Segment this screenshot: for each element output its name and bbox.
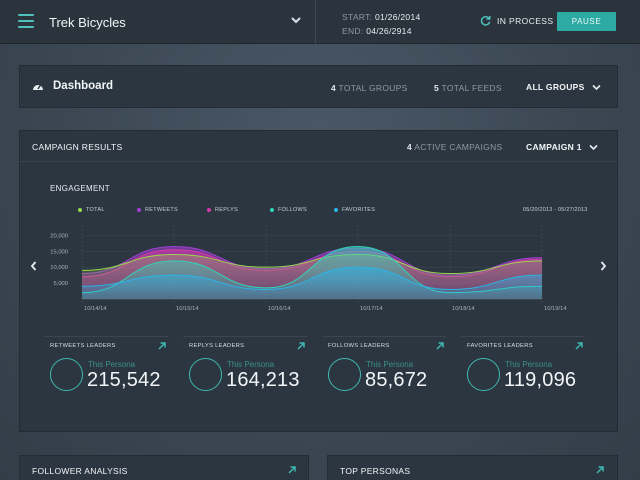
leader-card-follows[interactable]: FOLLOWS LEADERS This Persona 85,672 xyxy=(322,336,446,410)
arrow-up-right-icon[interactable] xyxy=(288,466,296,474)
total-groups-stat: 4 TOTAL GROUPS xyxy=(331,83,408,93)
follower-analysis-title: FOLLOWER ANALYSIS xyxy=(32,466,128,476)
leader-title: REPLYS LEADERS xyxy=(189,343,245,349)
engagement-chart: 20,000 15,000 10,000 5,000 10/14/14 10/15/14 1… xyxy=(50,225,567,312)
hamburger-icon[interactable] xyxy=(18,14,34,28)
page-title: Dashboard xyxy=(53,80,114,92)
legend-total-label: TOTAL xyxy=(86,207,105,213)
x-tick-label: 10/14/14 xyxy=(84,306,107,312)
leaders-row: RETWEETS LEADERS This Persona 215,542 REPLY… xyxy=(44,336,604,416)
total-groups-count: 4 xyxy=(331,83,337,93)
avatar xyxy=(467,358,500,391)
leader-value: 85,672 xyxy=(365,369,428,391)
groups-dropdown[interactable]: ALL GROUPS xyxy=(526,82,601,92)
start-date: 01/26/2014 xyxy=(374,12,421,22)
start-label: START: xyxy=(342,12,373,22)
legend-favorites-label: FAVORITES xyxy=(342,207,376,213)
follower-analysis-panel: FOLLOWER ANALYSIS xyxy=(19,455,309,480)
dashboard-bar: Dashboard 4 TOTAL GROUPS 5 TOTAL FEEDS A… xyxy=(19,65,618,108)
top-personas-panel: TOP PERSONAS xyxy=(327,455,618,480)
arrow-up-right-icon[interactable] xyxy=(575,342,583,350)
x-tick-label: 10/19/14 xyxy=(544,306,567,312)
end-label: END: xyxy=(342,26,364,36)
active-campaigns-count: 4 xyxy=(407,142,413,152)
x-tick-label: 10/15/14 xyxy=(176,306,199,312)
leader-card-favorites[interactable]: FAVORITES LEADERS This Persona 119,096 xyxy=(461,336,585,410)
total-feeds-stat: 5 TOTAL FEEDS xyxy=(434,83,502,93)
topbar-divider xyxy=(315,0,316,44)
legend-retweets[interactable]: RETWEETS xyxy=(137,207,178,213)
legend-total[interactable]: TOTAL xyxy=(78,207,105,213)
leader-title: RETWEETS LEADERS xyxy=(50,343,116,349)
status-text: IN PROCESS xyxy=(497,16,554,26)
account-title[interactable]: Trek Bicycles xyxy=(49,15,126,30)
leader-persona: This Persona xyxy=(88,360,136,369)
x-tick-label: 10/16/14 xyxy=(268,306,291,312)
y-tick-label: 20,000 xyxy=(50,233,68,239)
leader-value: 119,096 xyxy=(504,369,577,391)
leader-value: 164,213 xyxy=(226,369,300,391)
arrow-up-right-icon[interactable] xyxy=(297,342,305,350)
chevron-down-icon xyxy=(589,145,598,151)
legend-replys-label: REPLYS xyxy=(215,207,239,213)
y-tick-label: 15,000 xyxy=(50,249,68,255)
arrow-up-right-icon[interactable] xyxy=(436,342,444,350)
leader-persona: This Persona xyxy=(366,360,414,369)
legend-follows-label: FOLLOWS xyxy=(278,207,307,213)
campaign-header: CAMPAIGN RESULTS 4 ACTIVE CAMPAIGNS CAMP… xyxy=(20,131,617,162)
chevron-down-icon xyxy=(592,85,601,91)
leader-title: FOLLOWS LEADERS xyxy=(328,343,390,349)
legend-retweets-label: RETWEETS xyxy=(145,207,178,213)
leader-card-retweets[interactable]: RETWEETS LEADERS This Persona 215,542 xyxy=(44,336,168,410)
leader-title: FAVORITES LEADERS xyxy=(467,343,533,349)
arrow-up-right-icon[interactable] xyxy=(596,466,604,474)
campaign-dropdown-label: CAMPAIGN 1 xyxy=(526,142,582,152)
chevron-down-icon[interactable] xyxy=(290,13,302,27)
avatar xyxy=(328,358,361,391)
legend-favorites[interactable]: FAVORITES xyxy=(334,207,375,213)
avatar xyxy=(189,358,222,391)
chevron-left-icon[interactable] xyxy=(29,260,39,272)
total-groups-label: TOTAL GROUPS xyxy=(338,83,408,93)
campaign-title: CAMPAIGN RESULTS xyxy=(32,142,123,152)
leader-persona: This Persona xyxy=(505,360,553,369)
avatar xyxy=(50,358,83,391)
pause-button[interactable]: PAUSE xyxy=(557,12,616,31)
arrow-up-right-icon[interactable] xyxy=(158,342,166,350)
gauge-icon xyxy=(33,84,43,90)
total-feeds-count: 5 xyxy=(434,83,440,93)
legend-replys[interactable]: REPLYS xyxy=(207,207,238,213)
groups-dropdown-label: ALL GROUPS xyxy=(526,82,585,92)
top-bar: Trek Bicycles START: 01/26/2014 END: 04/… xyxy=(0,0,640,44)
end-date: 04/26/2914 xyxy=(366,26,412,36)
leader-card-replys[interactable]: REPLYS LEADERS This Persona 164,213 xyxy=(183,336,307,410)
legend-follows[interactable]: FOLLOWS xyxy=(270,207,307,213)
top-personas-title: TOP PERSONAS xyxy=(340,466,411,476)
campaign-dropdown[interactable]: CAMPAIGN 1 xyxy=(526,142,598,152)
y-tick-label: 10,000 xyxy=(50,265,68,271)
chart-date-range: 05/20/2013 - 05/27/2013 xyxy=(523,207,588,213)
date-range-display: START: 01/26/2014 END: 04/26/2914 xyxy=(342,10,421,38)
x-tick-label: 10/17/14 xyxy=(360,306,383,312)
campaign-results-panel: CAMPAIGN RESULTS 4 ACTIVE CAMPAIGNS CAMP… xyxy=(19,130,618,432)
leader-value: 215,542 xyxy=(87,369,161,391)
x-tick-label: 10/18/14 xyxy=(452,306,475,312)
total-feeds-label: TOTAL FEEDS xyxy=(441,83,502,93)
y-tick-label: 5,000 xyxy=(53,281,68,287)
refresh-icon xyxy=(480,15,491,26)
engagement-title: ENGAGEMENT xyxy=(50,184,110,193)
active-campaigns-stat: 4 ACTIVE CAMPAIGNS xyxy=(407,142,502,152)
leader-persona: This Persona xyxy=(227,360,275,369)
active-campaigns-label: ACTIVE CAMPAIGNS xyxy=(414,142,503,152)
